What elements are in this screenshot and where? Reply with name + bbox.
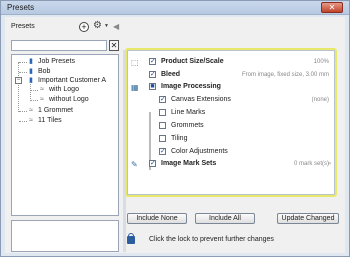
gear-icon[interactable]: ⚙ [93, 20, 102, 31]
tree-item-job-presets[interactable]: ▮ Job Presets [27, 57, 75, 67]
option-value: 100% [313, 59, 329, 65]
option-label: Image Processing [161, 83, 221, 90]
option-label: Image Mark Sets [161, 160, 217, 167]
option-row-tiling: Tiling [131, 133, 335, 145]
option-label: Bleed [161, 71, 181, 78]
tree-item-label: with Logo [49, 86, 79, 93]
option-row-image-mark-sets: ✎ ✓ Image Mark Sets 0 mark set(s) [131, 158, 335, 170]
canvas-extensions-checkbox[interactable]: ✓ [159, 96, 166, 103]
option-label: Canvas Extensions [171, 96, 231, 103]
preset-notes-field[interactable] [11, 220, 119, 252]
image-processing-icon: ▦ [131, 83, 139, 92]
collapse-toggle[interactable]: − [15, 77, 22, 84]
tree-connector [19, 121, 27, 122]
image-processing-checkbox[interactable]: ■ [149, 83, 156, 90]
option-row-product-size: ⬚ ✓ Product Size/Scale 100% [131, 56, 335, 68]
presets-label: Presets [11, 23, 35, 30]
tree-item-label: 1 Grommet [38, 107, 74, 114]
option-label: Tiling [171, 135, 188, 142]
wave-icon: ≈ [29, 107, 33, 114]
document-icon: ▮ [29, 58, 33, 65]
option-value: 0 mark set(s) [293, 161, 329, 167]
wave-icon: ≈ [40, 96, 44, 103]
clear-search-button[interactable]: ✕ [109, 40, 119, 51]
dialog-body: Presets + ⚙ ▼ ◀ ✕ − ▮ Job Presets ▮ Bob [5, 17, 345, 253]
tree-item-label: 11 Tiles [38, 117, 62, 124]
tiling-checkbox[interactable] [159, 135, 166, 142]
tree-item-11-tiles[interactable]: ≈11 Tiles [27, 116, 62, 126]
option-value: (none) [311, 97, 329, 103]
add-preset-icon[interactable]: + [79, 22, 89, 32]
line-marks-checkbox[interactable] [159, 109, 166, 116]
option-value: From image, fixed size, 3.00 mm [241, 72, 329, 78]
option-row-grommets: Grommets [131, 120, 335, 132]
window-title: Presets [7, 3, 35, 12]
option-label: Grommets [171, 122, 204, 129]
color-adjustments-checkbox[interactable]: ✓ [159, 148, 166, 155]
mark-sets-icon: ✎ [131, 160, 138, 169]
tree-connector [19, 72, 27, 73]
option-row-line-marks: Line Marks [131, 107, 335, 119]
option-label: Product Size/Scale [161, 58, 224, 65]
search-input[interactable] [11, 40, 107, 51]
option-row-color-adjustments: ✓ Color Adjustments [131, 146, 335, 158]
tree-connector [18, 62, 19, 112]
tree-item-label: Important Customer A [38, 77, 107, 84]
include-none-button[interactable]: Include None [127, 213, 187, 224]
grommets-checkbox[interactable] [159, 122, 166, 129]
wave-icon: ≈ [40, 86, 44, 93]
lock-hint: Click the lock to prevent further change… [149, 236, 274, 243]
title-bar: Presets ✕ [1, 1, 349, 15]
tree-connector [30, 90, 38, 91]
product-size-checkbox[interactable]: ✓ [149, 58, 156, 65]
presets-window: Presets ✕ Presets + ⚙ ▼ ◀ ✕ − ▮ Job Prese… [0, 0, 350, 257]
include-all-button[interactable]: Include All [195, 213, 255, 224]
document-icon: ▮ [29, 77, 33, 84]
tree-item-label: without Logo [49, 96, 89, 103]
tree-item-label: Bob [38, 68, 51, 75]
tree-item-without-logo[interactable]: ≈ without Logo [38, 95, 89, 105]
image-mark-sets-checkbox[interactable]: ✓ [149, 160, 156, 167]
preset-tree[interactable]: − ▮ Job Presets ▮ Bob ▮ Important Customer … [11, 54, 119, 216]
tree-connector [30, 100, 38, 101]
collapse-panel-icon[interactable]: ◀ [113, 22, 119, 31]
option-row-bleed: ✓ Bleed From image, fixed size, 3.00 mm [131, 69, 335, 81]
tree-connector [30, 84, 31, 101]
tree-item-with-logo[interactable]: ≈ with Logo [38, 85, 79, 95]
chevron-down-icon[interactable]: ▼ [104, 23, 109, 29]
update-changed-button[interactable]: Update Changed [277, 213, 339, 224]
resize-icon: ⬚ [131, 58, 139, 67]
option-row-image-processing: ▦ ■ Image Processing [131, 81, 335, 93]
option-row-canvas-extensions: ✓ Canvas Extensions (none) [131, 94, 335, 106]
bleed-checkbox[interactable]: ✓ [149, 71, 156, 78]
wave-icon: ≈ [29, 117, 33, 124]
tree-item-label: Job Presets [38, 58, 75, 65]
panel-splitter[interactable] [123, 50, 126, 252]
lock-icon[interactable] [127, 233, 135, 244]
close-button[interactable]: ✕ [321, 2, 343, 13]
option-label: Color Adjustments [171, 148, 228, 155]
tree-connector [19, 111, 27, 112]
option-label: Line Marks [171, 109, 206, 116]
tree-connector [19, 62, 27, 63]
tree-item-1-grommet[interactable]: ≈1 Grommet [27, 106, 73, 116]
